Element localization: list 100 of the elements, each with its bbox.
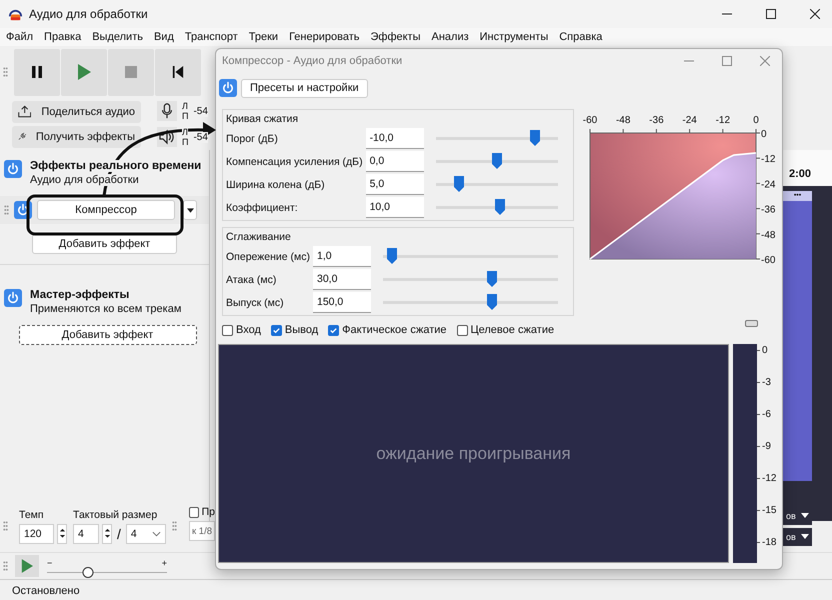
- tick-label: 0: [753, 115, 759, 126]
- pause-icon: [31, 65, 43, 79]
- add-effect-button[interactable]: Добавить эффект: [32, 234, 177, 254]
- meter-scale-label: -3: [762, 377, 771, 388]
- get-effects-button[interactable]: Получить эффекты: [12, 126, 141, 148]
- caret-icon: [801, 513, 809, 518]
- tick-label: -24: [682, 115, 697, 126]
- snap-field[interactable]: к 1/8: [189, 521, 215, 541]
- maximize-icon[interactable]: [766, 9, 776, 19]
- value-field[interactable]: 5,0: [366, 174, 424, 195]
- effect-button[interactable]: Компрессор: [37, 200, 175, 220]
- value-field[interactable]: 0,0: [366, 151, 424, 172]
- tempo-field[interactable]: 120: [19, 524, 54, 544]
- note-value-select[interactable]: 4: [126, 524, 166, 544]
- slider-thumb[interactable]: [486, 271, 496, 287]
- meter-scale-label: -6: [762, 409, 771, 420]
- menu-item[interactable]: Файл: [6, 31, 34, 43]
- tick-label: -48: [761, 230, 776, 241]
- beats-field[interactable]: 4: [73, 524, 99, 544]
- play-at-speed-button[interactable]: [15, 555, 39, 577]
- grip-icon[interactable]: [3, 520, 8, 532]
- close-icon[interactable]: [810, 9, 820, 19]
- effect-dropdown[interactable]: [183, 200, 197, 220]
- graph-message: ожидание проигрывания: [376, 444, 571, 464]
- value-field[interactable]: 1,0: [313, 246, 371, 267]
- tick-label: 0: [761, 129, 767, 140]
- resize-handle[interactable]: [745, 320, 758, 327]
- grip-icon[interactable]: [3, 66, 8, 78]
- skip-start-button[interactable]: [155, 48, 201, 96]
- stop-icon: [125, 65, 137, 79]
- checkbox-label: Вход: [236, 324, 261, 336]
- microphone-icon[interactable]: [157, 101, 177, 121]
- menu-item[interactable]: Инструменты: [480, 31, 548, 43]
- checkbox-label: Фактическое сжатие: [342, 324, 446, 336]
- param-label: Выпуск (мс): [226, 296, 285, 308]
- tick-label: -24: [761, 179, 776, 190]
- dialog-title: Компрессор - Аудио для обработки: [222, 55, 402, 67]
- param-label: Коэффициент:: [226, 202, 299, 214]
- slider-thumb[interactable]: [386, 248, 397, 264]
- menu-item[interactable]: Генерировать: [289, 31, 360, 43]
- checkbox[interactable]: [189, 506, 199, 518]
- menu-item[interactable]: Правка: [44, 31, 82, 43]
- grip-icon[interactable]: [3, 560, 8, 572]
- menu-item[interactable]: Выделить: [92, 31, 143, 43]
- tempo-label: Темп: [19, 508, 45, 520]
- slider-thumb[interactable]: [530, 130, 540, 146]
- slider-thumb[interactable]: [492, 153, 502, 169]
- param-label: Атака (мс): [226, 274, 278, 286]
- meter-reading: -54: [193, 132, 208, 142]
- spin-buttons[interactable]: [57, 524, 67, 544]
- share-audio-button[interactable]: Поделиться аудио: [12, 100, 141, 122]
- tick-label: -12: [716, 115, 730, 126]
- tick-label: -48: [616, 115, 630, 126]
- checkbox[interactable]: [222, 324, 233, 336]
- checkbox[interactable]: [270, 324, 282, 336]
- slider-thumb[interactable]: [495, 199, 506, 215]
- presets-button[interactable]: Пресеты и настройки: [241, 78, 368, 98]
- meter-scale-label: -9: [762, 441, 771, 452]
- menu-item[interactable]: Эффекты: [370, 31, 420, 43]
- value-field[interactable]: 10,0: [366, 197, 424, 218]
- share-icon: [18, 104, 32, 119]
- param-label: Порог (дБ): [226, 132, 279, 144]
- checkbox-label: Пр: [202, 506, 215, 518]
- menu-item[interactable]: Треки: [248, 31, 278, 43]
- panel-subtitle: Применяются ко всем трекам: [30, 303, 182, 315]
- tick-label: -60: [761, 255, 776, 265]
- speed-slider-thumb[interactable]: [82, 567, 94, 578]
- slider-thumb[interactable]: [454, 176, 464, 192]
- meter-reading: -54: [193, 106, 208, 116]
- channel-label: Л: [182, 127, 188, 137]
- grip-icon[interactable]: [4, 204, 9, 216]
- tick-label: -36: [649, 115, 664, 126]
- panel-title: Мастер-эффекты: [30, 289, 130, 301]
- slider-thumb[interactable]: [486, 294, 496, 310]
- tick-label: -60: [582, 115, 598, 126]
- group-title: Сглаживание: [226, 231, 292, 243]
- meter-scale-label: -12: [762, 473, 776, 484]
- grip-icon[interactable]: [172, 520, 177, 532]
- menu-item[interactable]: Анализ: [432, 31, 469, 43]
- checkbox[interactable]: [328, 324, 340, 336]
- meter-scale-label: 0: [762, 345, 768, 356]
- menu-item[interactable]: Вид: [154, 31, 174, 43]
- track-select[interactable]: ов: [783, 528, 812, 546]
- channel-label: П: [182, 137, 188, 147]
- play-icon: [21, 559, 33, 573]
- value-field[interactable]: 30,0: [313, 269, 371, 290]
- value-field[interactable]: -10,0: [366, 128, 424, 149]
- spin-buttons[interactable]: [102, 524, 112, 544]
- add-effect-button[interactable]: Добавить эффект: [18, 325, 196, 345]
- value-field[interactable]: 150,0: [313, 292, 371, 313]
- pause-button[interactable]: [14, 48, 60, 96]
- tick-label: -12: [761, 154, 776, 166]
- timeline-label: 2:00: [789, 168, 812, 180]
- channel-label: Л: [182, 101, 188, 111]
- menu-item[interactable]: Справка: [559, 31, 602, 43]
- skip-start-icon: [172, 65, 184, 79]
- status-text: Остановлено: [12, 585, 80, 597]
- checkbox[interactable]: [456, 324, 468, 336]
- menu-item[interactable]: Транспорт: [184, 31, 238, 43]
- meter-scale-label: -15: [762, 505, 776, 516]
